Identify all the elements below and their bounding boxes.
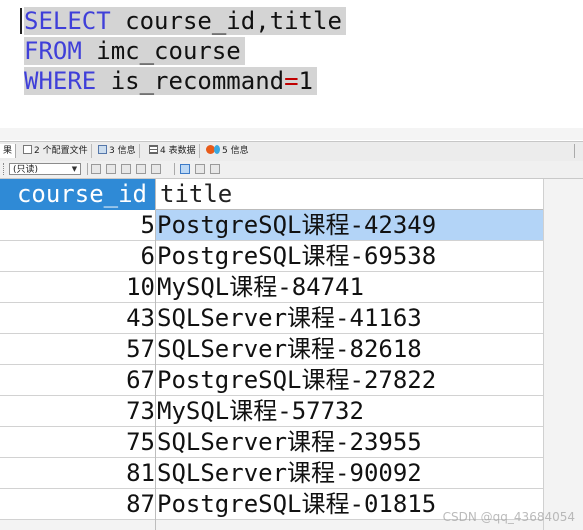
table-row[interactable]: 10 MySQL课程-84741 — [0, 272, 544, 303]
sql-keyword: SELECT — [24, 7, 111, 35]
tab-info[interactable]: 3 信息 — [95, 144, 140, 158]
table-row[interactable]: 6 PostgreSQL课程-69538 — [0, 241, 544, 272]
form-view-icon[interactable] — [195, 164, 205, 174]
table-row[interactable]: 43 SQLServer课程-41163 — [0, 303, 544, 334]
cell-course-id[interactable]: 87 — [0, 489, 156, 520]
sql-editor[interactable]: SELECT course_id,title FROM imc_course W… — [0, 0, 583, 128]
cell-title[interactable]: PostgreSQL课程-42349 — [156, 210, 544, 241]
cell-course-id[interactable]: 81 — [0, 458, 156, 489]
tab-history-info[interactable]: 5 信息 — [203, 144, 252, 158]
cell-title[interactable]: SQLServer课程-23955 — [156, 427, 544, 458]
cell-course-id[interactable]: 57 — [0, 334, 156, 365]
splitter[interactable] — [0, 128, 583, 140]
cell-course-id[interactable]: 6 — [0, 241, 156, 272]
tab-label: 3 信息 — [109, 146, 136, 156]
sql-keyword: FROM — [24, 37, 82, 65]
cell-course-id[interactable]: 43 — [0, 303, 156, 334]
table-row[interactable]: 75 SQLServer课程-23955 — [0, 427, 544, 458]
tab-label: 5 信息 — [222, 146, 249, 156]
cell-course-id[interactable]: 75 — [0, 427, 156, 458]
grid-empty-area — [543, 179, 583, 530]
grid-toolbar: (只读) ▼ — [0, 161, 583, 179]
sql-text: imc_course — [81, 37, 241, 65]
insert-row-icon[interactable] — [91, 164, 101, 174]
sql-keyword: WHERE — [24, 67, 97, 95]
column-divider[interactable] — [155, 179, 156, 530]
tab-strip-end — [574, 144, 581, 158]
watermark: CSDN @qq_43684054 — [442, 510, 575, 524]
toolbar-grip — [3, 163, 6, 175]
sql-text: is_recommand — [96, 67, 285, 95]
save-icon[interactable] — [121, 164, 131, 174]
duplicate-row-icon[interactable] — [106, 164, 116, 174]
info-icon — [98, 145, 107, 154]
cell-title[interactable]: SQLServer课程-90092 — [156, 458, 544, 489]
table-row[interactable]: 81 SQLServer课程-90092 — [0, 458, 544, 489]
readonly-mode-select[interactable]: (只读) ▼ — [9, 163, 81, 175]
grid-view-icon[interactable] — [180, 164, 190, 174]
tab-label: 2 个配置文件 — [34, 146, 88, 156]
readonly-mode-value: (只读) — [13, 165, 39, 175]
cell-title[interactable]: MySQL课程-57732 — [156, 396, 544, 427]
table-row[interactable]: 5 PostgreSQL课程-42349 — [0, 210, 544, 241]
cell-title[interactable]: MySQL课程-84741 — [156, 272, 544, 303]
text-caret — [20, 8, 22, 34]
cell-course-id[interactable]: 10 — [0, 272, 156, 303]
result-tab-strip: 果 2 个配置文件 3 信息 4 表数据 5 信息 — [0, 141, 583, 162]
cell-course-id[interactable]: 67 — [0, 365, 156, 396]
sql-line-where[interactable]: WHERE is_recommand=1 — [24, 67, 317, 95]
tab-label: 4 表数据 — [160, 146, 196, 156]
tab-label: 果 — [3, 146, 13, 156]
chevron-down-icon: ▼ — [71, 165, 78, 173]
history-icon-dot — [214, 145, 220, 154]
result-grid[interactable]: course_id title 5 PostgreSQL课程-42349 6 Pos… — [0, 179, 583, 530]
table-row[interactable]: 67 PostgreSQL课程-27822 — [0, 365, 544, 396]
cell-title[interactable]: SQLServer课程-82618 — [156, 334, 544, 365]
cell-course-id[interactable]: 5 — [0, 210, 156, 241]
sql-value: 1 — [298, 67, 313, 95]
toolbar-separator — [87, 163, 88, 175]
cell-title[interactable]: SQLServer课程-41163 — [156, 303, 544, 334]
sql-text: course_id,title — [110, 7, 342, 35]
text-view-icon[interactable] — [210, 164, 220, 174]
sql-operator: = — [284, 67, 299, 95]
cancel-changes-icon[interactable] — [151, 164, 161, 174]
toolbar-separator — [174, 163, 175, 175]
tab-result[interactable]: 果 — [0, 144, 17, 158]
cell-course-id[interactable]: 73 — [0, 396, 156, 427]
column-header-title[interactable]: title — [156, 179, 543, 210]
sql-line-from[interactable]: FROM imc_course — [24, 37, 245, 65]
column-header-course-id[interactable]: course_id — [0, 179, 155, 210]
table-data-icon — [149, 145, 158, 154]
sql-line-select[interactable]: SELECT course_id,title — [24, 7, 346, 35]
cell-title[interactable]: PostgreSQL课程-69538 — [156, 241, 544, 272]
tab-table-data[interactable]: 4 表数据 — [146, 144, 200, 158]
table-row[interactable]: 73 MySQL课程-57732 — [0, 396, 544, 427]
tab-profiles[interactable]: 2 个配置文件 — [20, 144, 92, 158]
delete-row-icon[interactable] — [136, 164, 146, 174]
table-row[interactable]: 57 SQLServer课程-82618 — [0, 334, 544, 365]
cell-title[interactable]: PostgreSQL课程-27822 — [156, 365, 544, 396]
profile-icon — [23, 145, 32, 154]
